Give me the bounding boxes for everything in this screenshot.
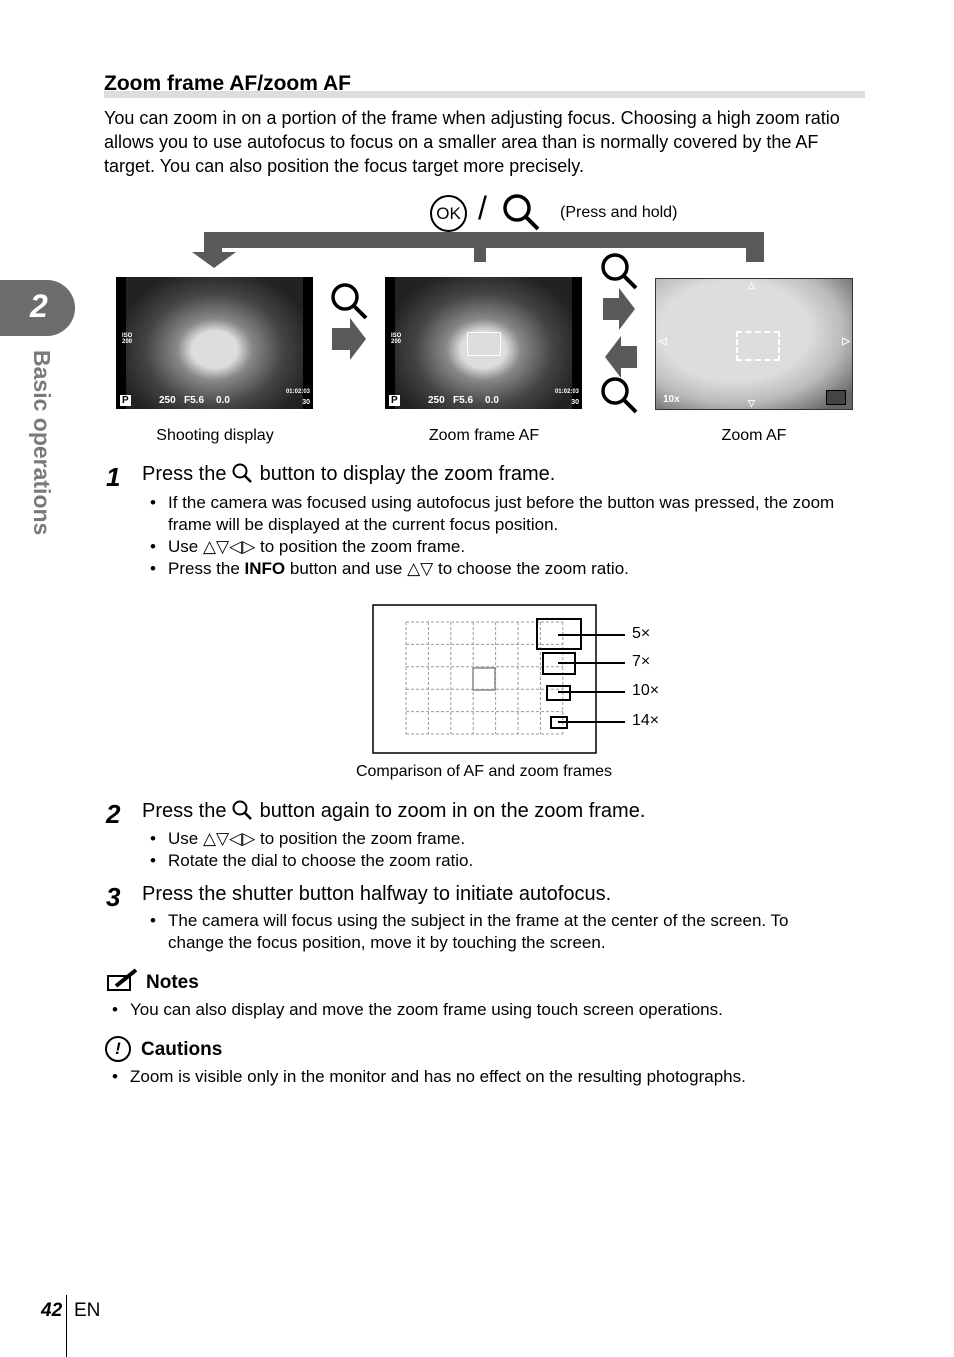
footer-divider	[66, 1295, 67, 1357]
ev-readout: 0.0	[485, 395, 499, 406]
iso-readout: ISO 200	[122, 333, 133, 345]
magnify-icon	[232, 800, 252, 820]
position-indicator	[826, 390, 846, 405]
left-arrow-icon: ◁	[659, 336, 667, 347]
cautions-heading: Cautions	[141, 1039, 223, 1060]
zoom-ratio-label: 5×	[632, 625, 651, 642]
step-text: button again to zoom in on the zoom fram…	[259, 800, 646, 822]
magnify-icon	[232, 463, 252, 483]
shot-count: 30	[302, 399, 310, 406]
ok-label: OK	[436, 204, 461, 223]
step-3-text: Press the shutter button halfway to init…	[142, 883, 612, 905]
bullet: Use △▽◁▷ to position the zoom frame.	[150, 536, 848, 558]
mode-p: P	[120, 395, 131, 406]
step-1-number: 1	[106, 462, 121, 492]
step-3-bullets: The camera will focus using the subject …	[150, 910, 848, 954]
shutter-readout: 250	[428, 395, 445, 406]
arrow-keys-icon: △▽◁▷	[202, 537, 256, 556]
zoom-af-screen: △ ▽ ◁ ▷ 10x	[655, 278, 853, 410]
shutter-readout: 250	[159, 395, 176, 406]
bullet: Use △▽◁▷ to position the zoom frame.	[150, 828, 848, 850]
arrow-keys-icon: △▽◁▷	[202, 829, 256, 848]
step-1-text: Press the button to display the zoom fra…	[142, 463, 555, 486]
zoom-ratio: 10x	[663, 394, 680, 405]
caption-zoom-af: Zoom AF	[721, 427, 787, 444]
right-arrow-icon: ▷	[842, 336, 850, 347]
cautions-list: Zoom is visible only in the monitor and …	[112, 1066, 850, 1088]
up-arrow-icon: △	[748, 280, 755, 290]
caution-icon: !	[105, 1036, 131, 1062]
step-text: button to display the zoom frame.	[259, 463, 556, 485]
bullet: Rotate the dial to choose the zoom ratio…	[150, 850, 848, 872]
up-down-icon: △▽	[407, 559, 434, 578]
time-readout: 01:02:03	[554, 389, 579, 395]
step-2-bullets: Use △▽◁▷ to position the zoom frame. Rot…	[150, 828, 848, 872]
iso-readout: ISO 200	[391, 333, 402, 345]
notes-heading: Notes	[146, 972, 199, 993]
step-1-bullets: If the camera was focused using autofocu…	[150, 492, 848, 580]
mode-p: P	[389, 395, 400, 406]
right-arrow-icon	[603, 288, 635, 330]
aperture-readout: F5.6	[453, 395, 474, 406]
step-2-number: 2	[106, 799, 121, 829]
shot-count: 30	[571, 399, 579, 406]
language-label: EN	[74, 1300, 101, 1321]
title-underline	[104, 91, 865, 98]
zoom-ratio-label: 10×	[632, 682, 660, 699]
chapter-label: Basic operations	[29, 350, 55, 536]
time-readout: 01:02:03	[285, 389, 310, 395]
aperture-readout: F5.6	[184, 395, 205, 406]
caption-shooting-display: Shooting display	[156, 427, 274, 444]
page-number: 42	[41, 1300, 63, 1321]
bullet: Press the INFO button and use △▽ to choo…	[150, 558, 848, 580]
slash: /	[478, 190, 487, 226]
step-2-text: Press the button again to zoom in on the…	[142, 800, 645, 823]
bullet: Zoom is visible only in the monitor and …	[112, 1066, 850, 1088]
manual-page: 2 Basic operations Zoom frame AF/zoom AF…	[0, 0, 954, 1357]
bullet: If the camera was focused using autofocu…	[150, 492, 848, 536]
bullet: The camera will focus using the subject …	[150, 910, 848, 954]
magnify-icon	[601, 253, 638, 290]
af-zoom-comparison-diagram	[372, 604, 625, 754]
notes-pencil-icon	[107, 968, 138, 991]
step-text: Press the	[142, 800, 227, 822]
chapter-number: 2	[30, 288, 48, 324]
step-3-number: 3	[106, 882, 121, 912]
down-arrow-icon: ▽	[748, 398, 755, 408]
magnify-icon	[503, 194, 540, 231]
zoom-ratio-label: 14×	[632, 712, 660, 729]
info-button-label: INFO	[244, 559, 286, 578]
zoom-frame-af-screen: ISO 200 P 250 F5.6 0.0 01:02:03 30	[385, 277, 582, 409]
flow-return-arrow	[192, 232, 764, 268]
step-text: Press the	[142, 463, 227, 485]
ev-readout: 0.0	[216, 395, 230, 406]
zoom-frame	[467, 332, 501, 356]
magnify-icon	[331, 283, 368, 320]
comparison-caption: Comparison of AF and zoom frames	[355, 763, 613, 780]
left-arrow-icon	[605, 336, 637, 378]
caption-zoom-frame-af: Zoom frame AF	[428, 427, 540, 444]
shooting-display-screen: ISO 200 P 250 F5.6 0.0 01:02:03 30	[116, 277, 313, 409]
focus-bracket	[736, 331, 780, 361]
intro-text: You can zoom in on a portion of the fram…	[104, 108, 840, 176]
right-arrow-icon	[332, 318, 366, 360]
zoom-ratio-label: 7×	[632, 653, 651, 670]
bullet: You can also display and move the zoom f…	[112, 999, 850, 1021]
press-hold-label: (Press and hold)	[560, 204, 678, 221]
notes-list: You can also display and move the zoom f…	[112, 999, 850, 1021]
ok-button-icon: OK	[430, 195, 467, 232]
magnify-icon	[601, 377, 638, 414]
